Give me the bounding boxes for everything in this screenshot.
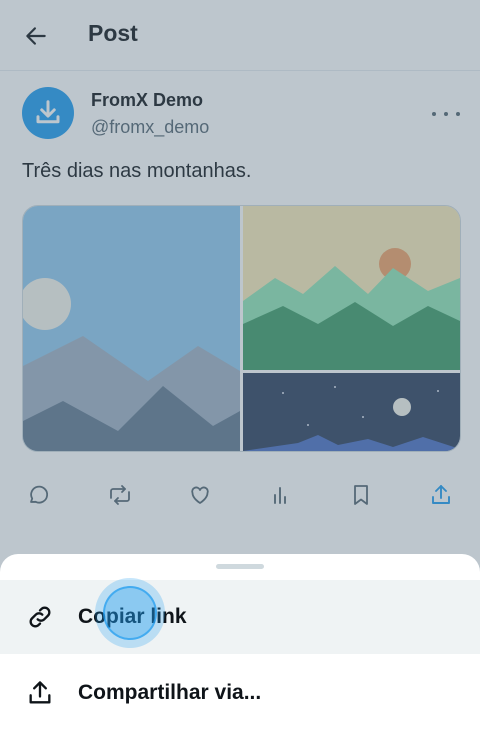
link-icon bbox=[26, 603, 54, 631]
share-via-option[interactable]: Compartilhar via... bbox=[0, 656, 480, 730]
share-sheet: Copiar link Compartilhar via... bbox=[0, 554, 480, 755]
touch-indicator-core bbox=[103, 586, 157, 640]
share-via-label: Compartilhar via... bbox=[78, 681, 262, 704]
sheet-grabber[interactable] bbox=[216, 564, 264, 569]
post-screen: Post FromX Demo @fromx_demo Três dias na… bbox=[0, 0, 480, 755]
share-icon bbox=[26, 679, 54, 707]
copy-link-option[interactable]: Copiar link bbox=[0, 580, 480, 654]
